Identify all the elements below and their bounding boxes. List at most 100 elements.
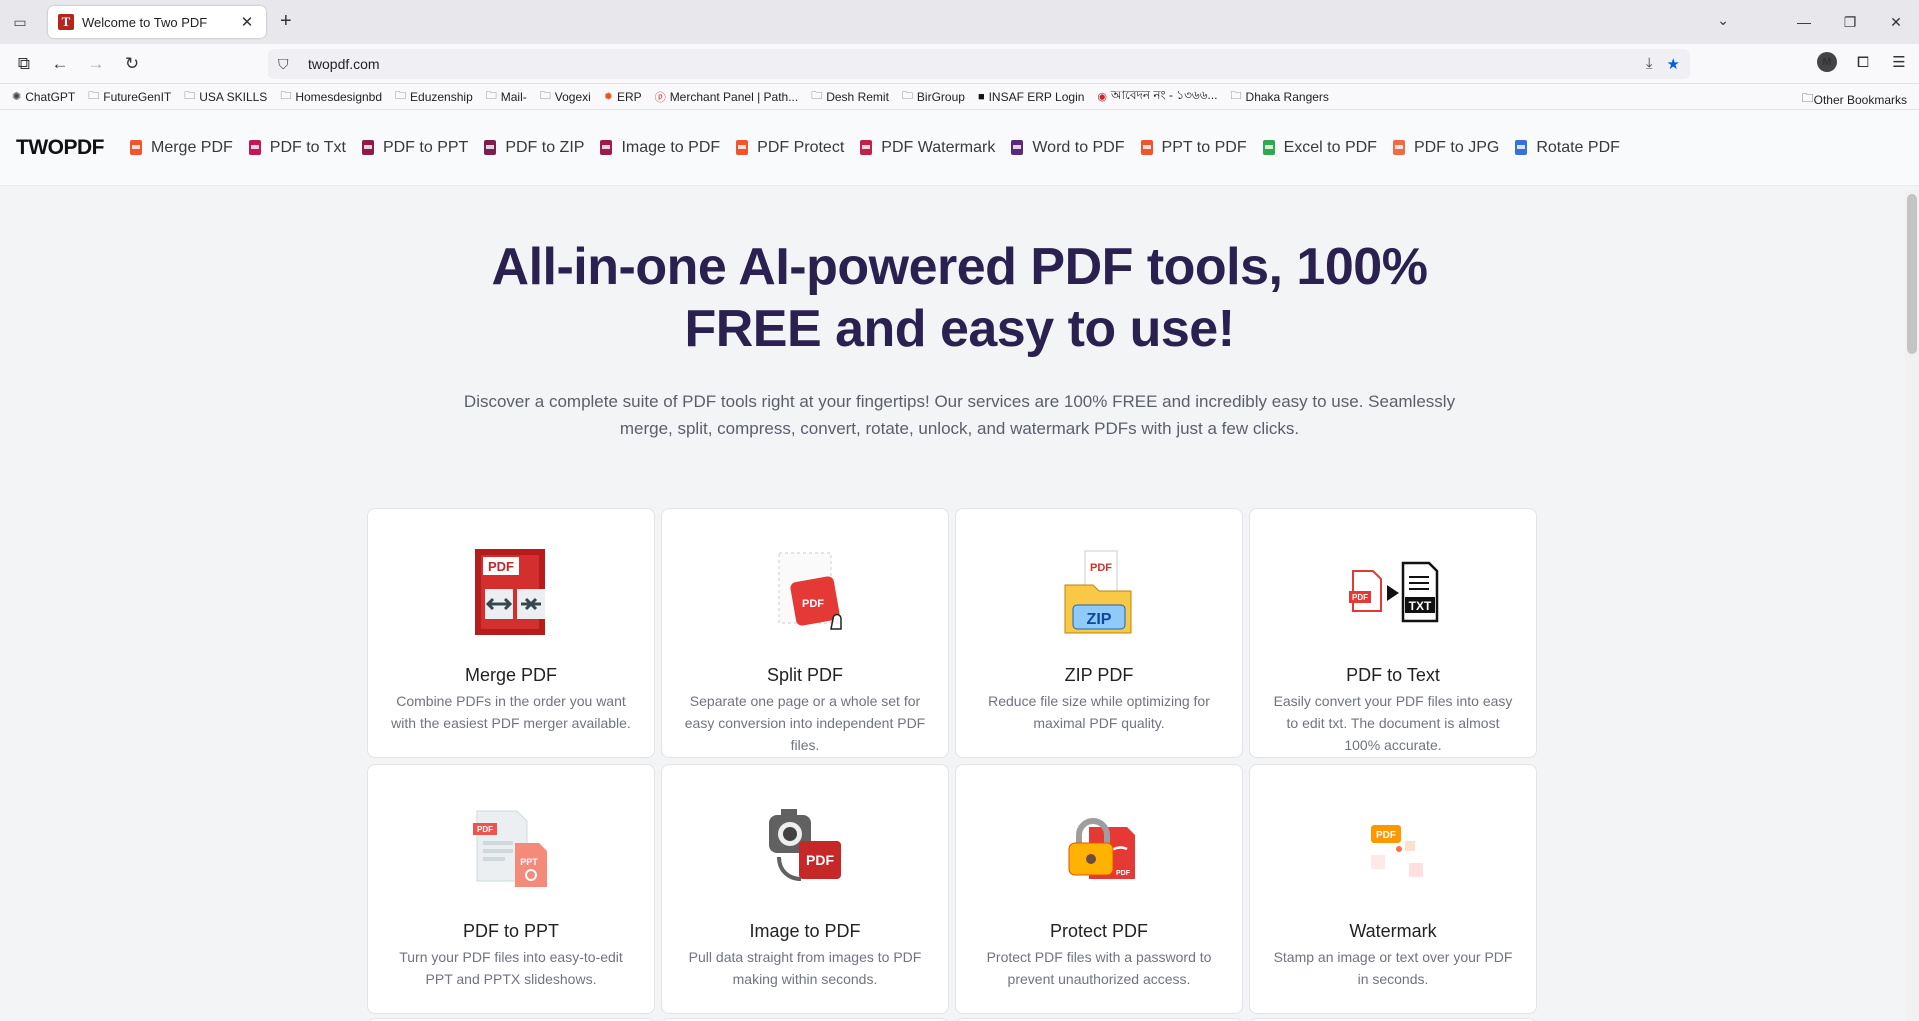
tab-list-icon[interactable]: ▭ — [10, 12, 30, 32]
site-logo[interactable]: TWOPDF — [16, 136, 104, 160]
nav-link[interactable]: PDF to PPT — [361, 139, 468, 157]
new-window-icon[interactable]: ⧉ — [6, 54, 42, 74]
nav-link-label: Word to PDF — [1032, 138, 1125, 156]
bookmark-label: ChatGPT — [25, 89, 76, 104]
svg-text:PDF: PDF — [806, 852, 834, 868]
tool-card-split-pdf[interactable]: PDF Split PDF Separate one page or a whole… — [661, 508, 949, 758]
folder-icon: 🗀 — [1801, 91, 1814, 105]
bookmark-label: BirGroup — [916, 89, 965, 104]
file-type-icon — [1011, 140, 1024, 155]
tool-card-image-to-pdf[interactable]: PDF Image to PDF Pull data straight from i… — [661, 764, 949, 1014]
page-scrollbar[interactable] — [1905, 190, 1919, 1021]
folder-icon: 🗀 — [485, 90, 497, 102]
minimize-icon[interactable]: — — [1781, 14, 1827, 30]
tool-card-protect-pdf[interactable]: PDF Protect PDF Protect PDF files with a p… — [955, 764, 1243, 1014]
tab-overflow-chevron-icon[interactable]: ⌄ — [1717, 12, 1729, 29]
svg-text:PDF: PDF — [1090, 562, 1112, 574]
tool-card-watermark[interactable]: PDF Watermark Stamp an image or text over … — [1249, 764, 1537, 1014]
bookmark-item[interactable]: 🗀 Desh Remit — [811, 87, 889, 106]
bookmark-item[interactable]: 🗀 Mail- — [486, 87, 527, 106]
menu-icon[interactable]: ☰ — [1889, 53, 1909, 71]
tool-card-description: Pull data straight from images to PDF ma… — [688, 949, 922, 987]
bookmark-item[interactable]: ✺ ChatGPT — [12, 90, 75, 104]
bookmark-item[interactable]: ■ INSAF ERP Login — [978, 90, 1084, 104]
bookmark-item[interactable]: 🗀 Vogexi — [540, 87, 591, 106]
tool-card-merge-pdf[interactable]: PDF Merge PDF Combine PDFs in the order yo… — [367, 508, 655, 758]
bookmark-label: Vogexi — [554, 89, 591, 104]
site-security-icon[interactable]: ⛉ — [278, 56, 296, 73]
svg-text:PDF: PDF — [488, 559, 514, 574]
tool-card-pdf-to-text[interactable]: PDF TXT PDF to Text Easily convert your PDF… — [1249, 508, 1537, 758]
save-page-icon[interactable]: ⤓ — [1646, 55, 1653, 73]
svg-text:TXT: TXT — [1409, 599, 1432, 613]
nav-link[interactable]: PDF Protect — [736, 139, 844, 157]
bookmark-item[interactable]: ✹ ERP — [604, 90, 642, 104]
bookmark-item[interactable]: 🗀 Dhaka Rangers — [1231, 87, 1329, 106]
tool-card-zip-pdf[interactable]: PDF ZIP ZIP PDF Reduce file size while opti… — [955, 508, 1243, 758]
nav-link[interactable]: Word to PDF — [1011, 138, 1125, 157]
nav-link[interactable]: PDF Watermark — [860, 139, 995, 157]
nav-link[interactable]: Image to PDF — [600, 139, 720, 157]
bookmark-item[interactable]: 🗀 USA SKILLS — [184, 87, 267, 106]
extensions-icon[interactable]: ⧠ — [1853, 54, 1873, 71]
bookmark-label: Dhaka Rangers — [1245, 89, 1329, 104]
nav-link-label: Merge PDF — [150, 138, 233, 156]
folder-icon: 🗀 — [539, 90, 551, 102]
bookmark-label: Merchant Panel | Path... — [669, 89, 799, 104]
nav-link[interactable]: Rotate PDF — [1515, 139, 1620, 157]
tool-card-description: Stamp an image or text over your PDF in … — [1273, 949, 1513, 987]
browser-tab-active[interactable]: T Welcome to Two PDF ✕ — [48, 6, 266, 38]
tool-card-title: ZIP PDF — [1064, 665, 1134, 685]
nav-link[interactable]: Merge PDF — [129, 138, 233, 157]
tool-card-title: Split PDF — [766, 665, 844, 685]
bookmark-item[interactable]: 🗀 Eduzenship — [395, 87, 473, 106]
nav-link[interactable]: PDF to Txt — [248, 139, 346, 157]
scroll-thumb[interactable] — [1907, 194, 1917, 354]
zip-pdf-icon: PDF ZIP — [1049, 541, 1149, 641]
nav-link[interactable]: PDF to JPG — [1392, 139, 1499, 157]
tool-card-description: Easily convert your PDF files into easy … — [1273, 693, 1513, 753]
nav-link[interactable]: PPT to PDF — [1140, 139, 1247, 157]
other-bookmarks[interactable]: 🗀 Other Bookmarks — [1802, 89, 1907, 110]
close-window-icon[interactable]: ✕ — [1873, 14, 1919, 31]
pathao-icon: ⓟ — [654, 91, 666, 104]
bookmark-label: INSAF ERP Login — [988, 89, 1085, 104]
new-tab-icon[interactable]: + — [280, 10, 292, 33]
file-type-icon — [484, 140, 497, 155]
bookmark-item[interactable]: 🗀 Homesdesignbd — [280, 87, 382, 106]
bookmark-label: USA SKILLS — [199, 89, 268, 104]
folder-icon: 🗀 — [901, 90, 913, 102]
image-to-pdf-icon: PDF — [755, 797, 855, 897]
nav-link[interactable]: Excel to PDF — [1262, 139, 1377, 157]
gov-icon: ◉ — [1097, 91, 1108, 103]
reload-icon[interactable]: ↻ — [114, 54, 150, 74]
nav-link-label: Image to PDF — [621, 138, 721, 156]
url-text[interactable]: twopdf.com — [308, 56, 1646, 72]
file-type-icon — [1515, 140, 1528, 155]
nav-link[interactable]: PDF to ZIP — [484, 139, 584, 157]
svg-text:PDF: PDF — [477, 825, 493, 834]
bookmark-item[interactable]: 🗀 FutureGenIT — [88, 87, 171, 106]
back-arrow-icon[interactable]: ← — [42, 54, 78, 74]
bookmark-label: Desh Remit — [826, 89, 889, 104]
nav-link-label: Rotate PDF — [1536, 138, 1620, 156]
bookmark-item[interactable]: ◉ আবেদন নং - ১৩৬৬... — [1097, 87, 1217, 107]
forward-arrow-icon[interactable]: → — [78, 54, 114, 74]
bookmark-item[interactable]: 🗀 BirGroup — [902, 87, 965, 106]
bookmark-item[interactable]: ⓟ Merchant Panel | Path... — [655, 89, 799, 105]
nav-link-label: PDF Protect — [757, 138, 845, 156]
tool-card-description: Protect PDF files with a password to pre… — [986, 949, 1212, 987]
folder-icon: 🗀 — [280, 90, 292, 102]
file-type-icon — [1392, 140, 1405, 155]
tool-card-pdf-to-ppt[interactable]: PDF PPT PDF to PPT Turn your PDF files into… — [367, 764, 655, 1014]
restore-icon[interactable]: ❐ — [1827, 14, 1873, 31]
tool-card-description: Turn your PDF files into easy-to-edit PP… — [399, 949, 623, 987]
bookmark-star-icon[interactable]: ★ — [1667, 55, 1680, 73]
address-bar[interactable]: ⛉ twopdf.com ⤓ ★ — [268, 49, 1690, 79]
svg-text:PDF: PDF — [1116, 870, 1131, 877]
close-tab-icon[interactable]: ✕ — [238, 13, 256, 31]
account-avatar[interactable]: M — [1817, 52, 1837, 72]
insaf-icon: ■ — [977, 90, 985, 103]
tool-card-description: Combine PDFs in the order you want with … — [391, 693, 631, 731]
tool-card-title: PDF to Text — [1346, 665, 1440, 685]
